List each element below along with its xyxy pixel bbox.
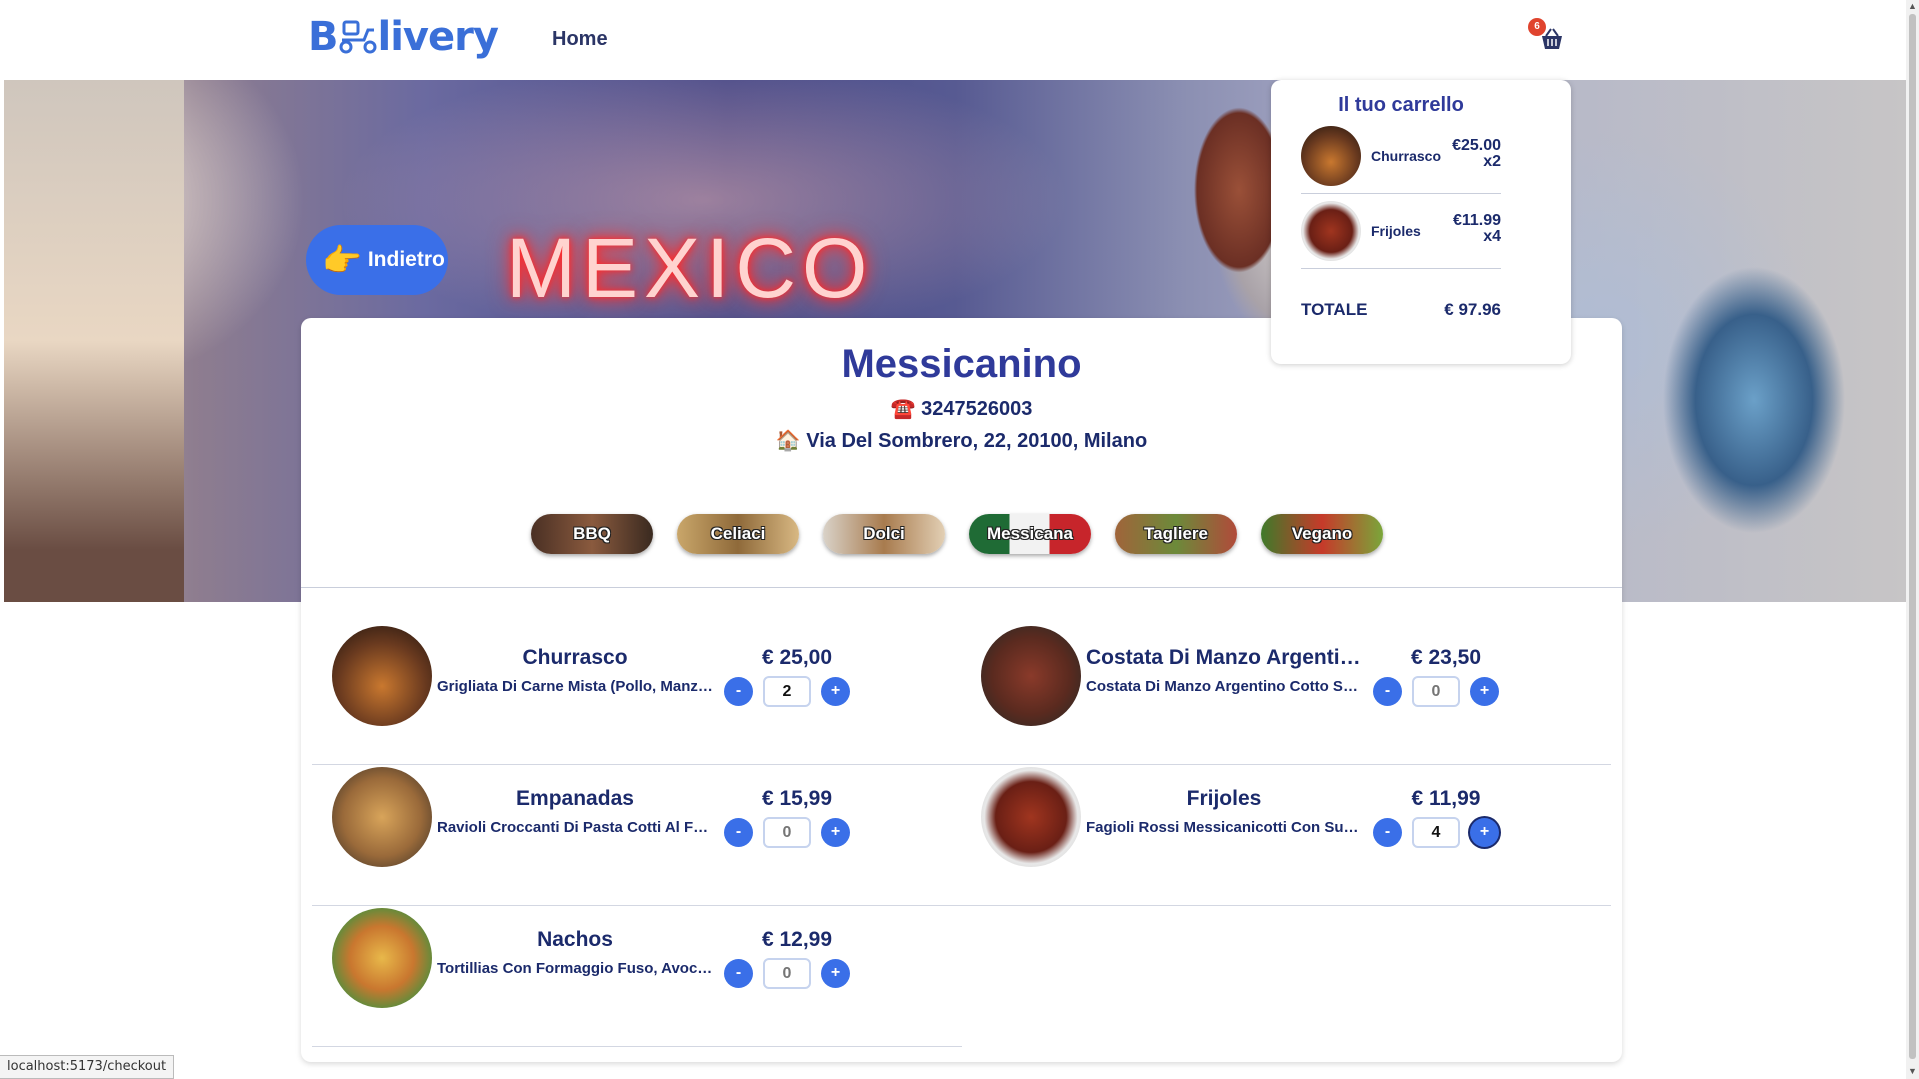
category-label: Tagliere bbox=[1144, 524, 1208, 543]
basket-icon[interactable] bbox=[1538, 26, 1566, 52]
cart-item-name: Frijoles bbox=[1371, 223, 1421, 239]
decrease-button[interactable]: - bbox=[1373, 818, 1402, 847]
cart-item-image bbox=[1301, 126, 1361, 186]
dish-description: Grigliata Di Carne Mista (Pollo, Manzo, … bbox=[437, 678, 713, 695]
dish-name: Costata Di Manzo Argentino Alla... bbox=[1086, 646, 1362, 669]
pointing-hand-icon: 👉 bbox=[322, 242, 362, 278]
dish-image-empanadas bbox=[332, 767, 432, 867]
browser-status-url: localhost:5173/checkout bbox=[0, 1055, 175, 1079]
dish-image-costata bbox=[981, 626, 1081, 726]
category-vegano[interactable]: Vegano bbox=[1261, 514, 1383, 554]
cart-item-image bbox=[1301, 201, 1361, 261]
brand-logo[interactable]: B livery bbox=[308, 14, 499, 60]
dish-name: Frijoles bbox=[1186, 787, 1262, 810]
category-label: BBQ bbox=[573, 524, 611, 543]
dish-price: € 12,99 bbox=[761, 928, 833, 951]
cart-title: Il tuo carrello bbox=[1338, 94, 1464, 116]
scroll-down-icon[interactable]: ▼ bbox=[1908, 1066, 1917, 1076]
category-celiaci[interactable]: Celiaci bbox=[677, 514, 799, 554]
cart-item: Churrasco €25.00 x2 bbox=[1301, 126, 1501, 186]
row-divider bbox=[312, 1046, 962, 1047]
dish-description: Tortillias Con Formaggio Fuso, Avocado E… bbox=[437, 960, 713, 977]
neon-sign: MEXICO bbox=[506, 221, 874, 315]
hero-wall-light bbox=[4, 80, 184, 602]
dish-name: Churrasco bbox=[522, 646, 628, 669]
dish-image-nachos bbox=[332, 908, 432, 1008]
dish-image-frijoles bbox=[981, 767, 1081, 867]
back-button-label: Indietro bbox=[367, 248, 445, 271]
cart-total-label: TOTALE bbox=[1301, 300, 1368, 319]
dish-description: Costata Di Manzo Argentino Cotto Su Bra.… bbox=[1086, 678, 1362, 695]
quantity-input[interactable] bbox=[1412, 817, 1460, 848]
decrease-button[interactable]: - bbox=[724, 959, 753, 988]
restaurant-phone: ☎️ 3247526003 bbox=[890, 398, 1033, 420]
decrease-button[interactable]: - bbox=[1373, 677, 1402, 706]
scooter-icon bbox=[338, 18, 378, 54]
menu-item: Empanadas Ravioli Croccanti Di Pasta Cot… bbox=[301, 749, 951, 889]
back-button[interactable]: 👉 Indietro bbox=[306, 225, 448, 295]
category-filters: BBQ Celiaci Dolci Messicana Tagliere Veg… bbox=[531, 514, 1383, 554]
cart-item-qty: x2 bbox=[1483, 153, 1501, 170]
hero-mural-deco bbox=[1584, 200, 1904, 600]
category-messicana[interactable]: Messicana bbox=[969, 514, 1091, 554]
cart-total: TOTALE € 97.96 bbox=[1301, 300, 1501, 320]
cart-item-price-value: €11.99 bbox=[1452, 212, 1501, 229]
cart-divider bbox=[1301, 193, 1501, 194]
increase-button[interactable]: + bbox=[1470, 677, 1499, 706]
menu-item: Frijoles Fagioli Rossi Messicanicotti Co… bbox=[950, 749, 1600, 889]
top-navbar: B livery Home 6 bbox=[0, 0, 1919, 80]
scroll-up-icon[interactable]: ▲ bbox=[1908, 1, 1917, 11]
category-label: Dolci bbox=[863, 524, 905, 543]
increase-button[interactable]: + bbox=[821, 677, 850, 706]
decrease-button[interactable]: - bbox=[724, 677, 753, 706]
cart-item-price: €25.00 x2 bbox=[1452, 138, 1501, 170]
increase-button[interactable]: + bbox=[821, 818, 850, 847]
cart-item-price-value: €25.00 bbox=[1452, 137, 1501, 154]
menu-item: Nachos Tortillias Con Formaggio Fuso, Av… bbox=[301, 890, 951, 1030]
nav-home-link[interactable]: Home bbox=[552, 28, 608, 51]
category-tagliere[interactable]: Tagliere bbox=[1115, 514, 1237, 554]
increase-button[interactable]: + bbox=[821, 959, 850, 988]
dish-price: € 25,00 bbox=[761, 646, 833, 669]
increase-button[interactable]: + bbox=[1470, 818, 1499, 847]
quantity-input[interactable] bbox=[1412, 676, 1460, 707]
quantity-input[interactable] bbox=[763, 958, 811, 989]
category-dolci[interactable]: Dolci bbox=[823, 514, 945, 554]
category-label: Messicana bbox=[987, 524, 1073, 543]
dish-price: € 15,99 bbox=[761, 787, 833, 810]
category-label: Celiaci bbox=[710, 524, 766, 543]
dish-description: Fagioli Rossi Messicanicotti Con Sugo Pi… bbox=[1086, 819, 1362, 836]
quantity-input[interactable] bbox=[763, 676, 811, 707]
page-scrollbar[interactable]: ▲ ▼ bbox=[1906, 0, 1919, 1079]
restaurant-card: Messicanino ☎️ 3247526003 🏠 Via Del Somb… bbox=[301, 318, 1622, 1062]
cart-divider bbox=[1301, 268, 1501, 269]
category-bbq[interactable]: BBQ bbox=[531, 514, 653, 554]
dish-name: Empanadas bbox=[516, 787, 634, 810]
cart-item-qty: x4 bbox=[1483, 228, 1501, 245]
cart-item: Frijoles €11.99 x4 bbox=[1301, 201, 1501, 261]
menu-item: Churrasco Grigliata Di Carne Mista (Poll… bbox=[301, 608, 951, 748]
cart-item-price: €11.99 x4 bbox=[1453, 213, 1501, 245]
restaurant-address: 🏠 Via Del Sombrero, 22, 20100, Milano bbox=[775, 430, 1148, 452]
decrease-button[interactable]: - bbox=[724, 818, 753, 847]
cart-total-value: € 97.96 bbox=[1444, 300, 1501, 319]
section-divider bbox=[301, 587, 1622, 588]
dish-price: € 23,50 bbox=[1410, 646, 1482, 669]
quantity-input[interactable] bbox=[763, 817, 811, 848]
menu-item: Costata Di Manzo Argentino Alla... Costa… bbox=[950, 608, 1600, 748]
category-label: Vegano bbox=[1291, 524, 1353, 543]
dish-image-churrasco bbox=[332, 626, 432, 726]
cart-item-name: Churrasco bbox=[1371, 148, 1442, 164]
dish-name: Nachos bbox=[537, 928, 613, 951]
dish-description: Ravioli Croccanti Di Pasta Cotti Al Forn… bbox=[437, 819, 713, 836]
dish-price: € 11,99 bbox=[1411, 787, 1481, 810]
cart-popup: Il tuo carrello Churrasco €25.00 x2 Frij… bbox=[1271, 80, 1571, 364]
scrollbar-thumb[interactable] bbox=[1909, 14, 1916, 1059]
